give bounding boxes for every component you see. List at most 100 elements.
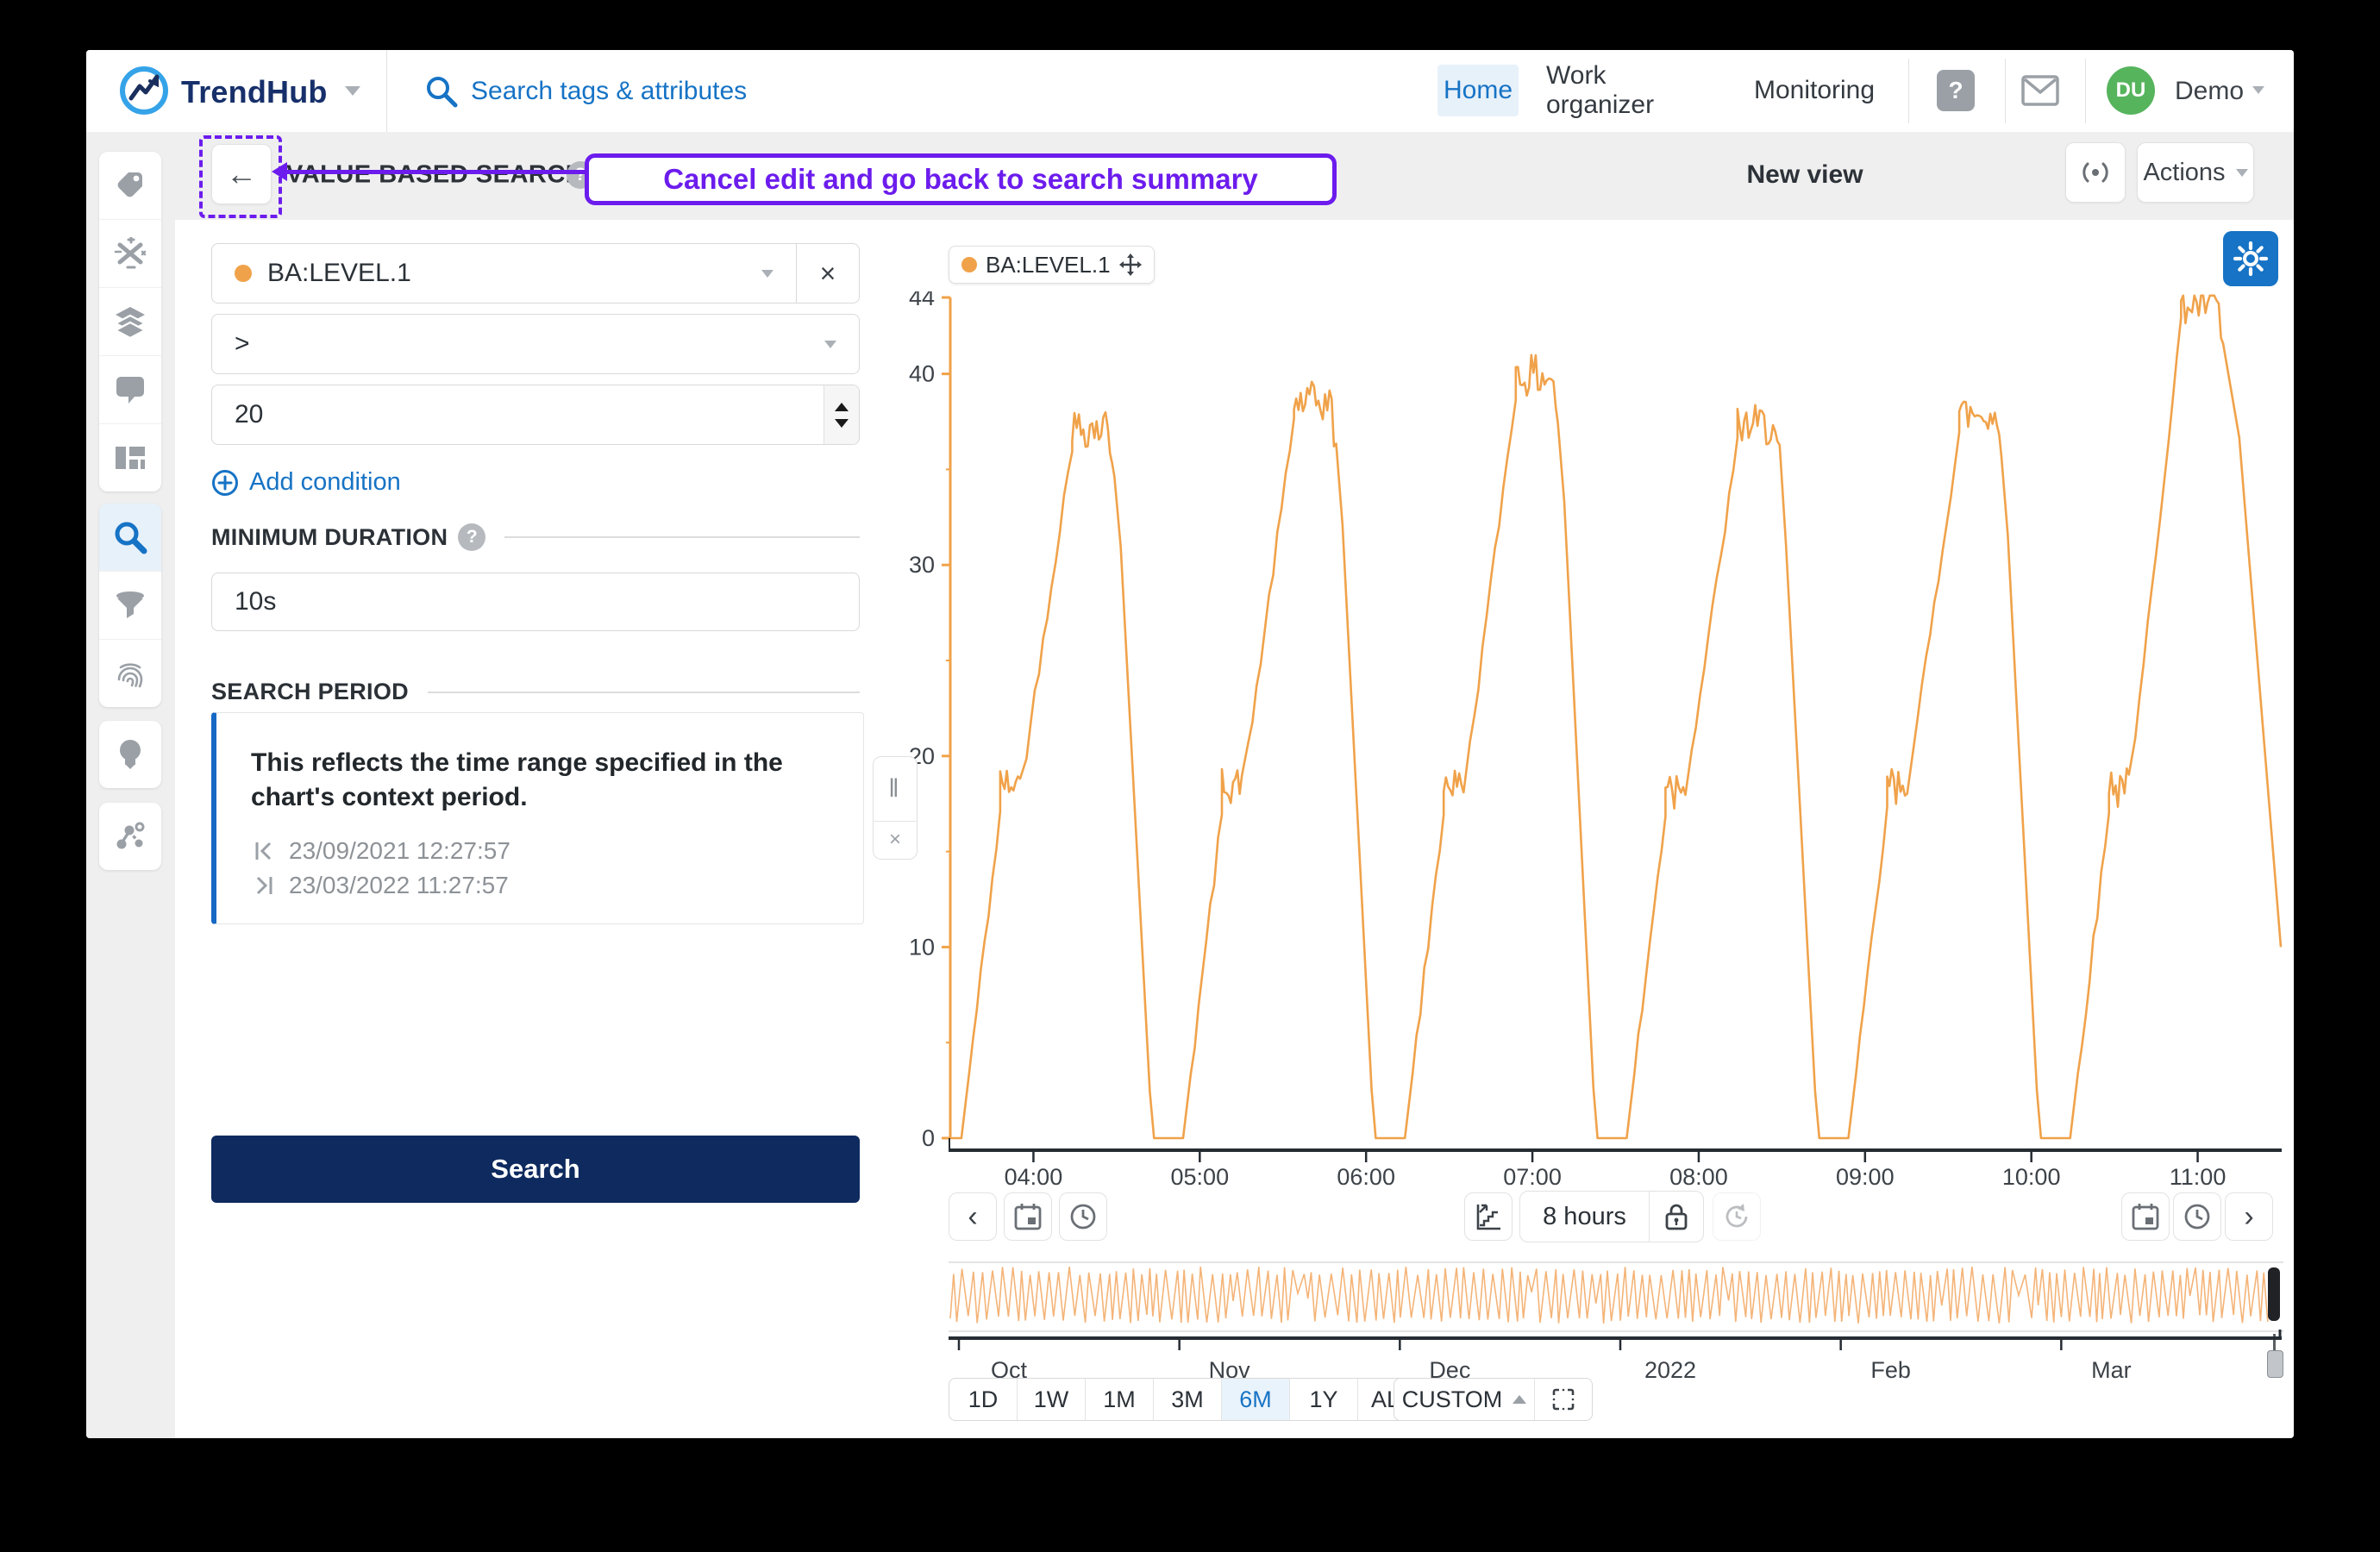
sidebar-item-comments[interactable] xyxy=(99,356,161,424)
preset-1d-button[interactable]: 1D xyxy=(949,1379,1018,1420)
operator-select[interactable]: > xyxy=(211,314,860,374)
sidebar-item-filter[interactable] xyxy=(99,572,161,640)
trendhub-logo-icon xyxy=(117,64,171,117)
move-icon[interactable] xyxy=(1119,253,1142,276)
set-start-time-button[interactable] xyxy=(1059,1192,1107,1241)
clock-icon xyxy=(2183,1202,2212,1231)
remove-tag-button[interactable]: × xyxy=(797,244,859,303)
panel-splitter[interactable]: ‖ × xyxy=(873,756,918,860)
duration-control: 8 hours xyxy=(1519,1191,1704,1242)
sidebar-item-search[interactable] xyxy=(99,504,161,572)
jump-to-end-icon xyxy=(253,874,275,897)
divider xyxy=(2085,59,2086,123)
svg-text:40: 40 xyxy=(909,361,935,387)
tag-select[interactable]: BA:LEVEL.1 × xyxy=(211,243,860,304)
plus-circle-icon xyxy=(211,469,239,497)
number-spinner[interactable] xyxy=(824,385,859,444)
pan-right-button[interactable]: › xyxy=(2225,1192,2273,1241)
sidebar-item-insights[interactable] xyxy=(99,721,161,788)
svg-text:2022: 2022 xyxy=(1644,1357,1696,1383)
add-condition-button[interactable]: Add condition xyxy=(211,468,401,497)
actions-button[interactable]: Actions xyxy=(2137,142,2254,203)
layers-icon xyxy=(114,305,147,338)
left-icon-rail xyxy=(86,132,175,1438)
period-end-row: 23/03/2022 11:27:57 xyxy=(216,865,863,899)
spinner-down-icon[interactable] xyxy=(835,419,849,428)
collapse-panel-button[interactable]: × xyxy=(874,822,917,858)
preset-6m-button[interactable]: 6M xyxy=(1222,1379,1290,1420)
set-end-date-button[interactable] xyxy=(2121,1192,2170,1241)
expand-icon xyxy=(1552,1388,1575,1411)
user-menu-label[interactable]: Demo xyxy=(2175,77,2244,106)
nav-tab-monitoring[interactable]: Monitoring xyxy=(1751,65,1877,116)
nav-tab-work-organizer[interactable]: Work organizer xyxy=(1546,65,1719,116)
period-start-value: 23/09/2021 12:27:57 xyxy=(289,837,510,865)
brand-name: TrendHub xyxy=(181,74,328,110)
jump-to-start-icon xyxy=(253,840,275,862)
splitter-drag-handle[interactable]: ‖ xyxy=(874,757,917,822)
help-icon[interactable]: ? xyxy=(458,523,485,551)
minimum-duration-header: MINIMUM DURATION ? xyxy=(211,523,860,551)
chevron-down-icon xyxy=(761,270,774,278)
fit-to-window-button[interactable] xyxy=(1535,1379,1592,1420)
custom-range-button[interactable]: CUSTOM xyxy=(1394,1379,1535,1420)
minimum-duration-input[interactable]: 10s xyxy=(211,573,860,631)
preset-1w-button[interactable]: 1W xyxy=(1018,1379,1086,1420)
chart-settings-button[interactable] xyxy=(2223,231,2278,286)
history-undo-button[interactable] xyxy=(1713,1192,1761,1241)
scatter-nodes-icon xyxy=(114,821,147,852)
help-button[interactable]: ? xyxy=(1937,70,1975,111)
search-icon xyxy=(113,520,147,554)
live-mode-button[interactable] xyxy=(2065,142,2126,203)
sidebar-item-dashboard[interactable] xyxy=(99,424,161,491)
set-start-date-button[interactable] xyxy=(1004,1192,1052,1241)
threshold-value: 20 xyxy=(235,400,263,429)
svg-text:05:00: 05:00 xyxy=(1171,1164,1230,1188)
tag-icon xyxy=(115,170,146,201)
preset-1m-button[interactable]: 1M xyxy=(1086,1379,1154,1420)
clock-icon xyxy=(1068,1202,1098,1231)
series-chip-label: BA:LEVEL.1 xyxy=(986,252,1111,278)
nav-tab-home[interactable]: Home xyxy=(1437,65,1519,116)
search-period-note: This reflects the time range specified i… xyxy=(216,713,829,815)
sidebar-item-layers[interactable] xyxy=(99,288,161,356)
sidebar-item-context-items[interactable] xyxy=(99,803,161,870)
series-chip[interactable]: BA:LEVEL.1 xyxy=(949,246,1155,284)
user-menu-chevron-down-icon[interactable] xyxy=(2252,86,2264,94)
calculation-icon xyxy=(114,237,147,270)
preset-1y-button[interactable]: 1Y xyxy=(1290,1379,1358,1420)
threshold-input[interactable]: 20 xyxy=(211,385,860,445)
compress-time-button[interactable] xyxy=(1464,1192,1513,1241)
context-selection-handle[interactable] xyxy=(2268,1267,2280,1321)
preset-3m-button[interactable]: 3M xyxy=(1154,1379,1222,1420)
brand-label: TrendHub xyxy=(181,74,328,110)
sidebar-item-fingerprint[interactable] xyxy=(99,640,161,707)
annotation-highlight-rect xyxy=(199,135,282,218)
divider xyxy=(386,50,387,132)
duration-value-button[interactable]: 8 hours xyxy=(1520,1192,1649,1242)
rail-group-data xyxy=(99,152,161,491)
sidebar-item-formulas[interactable] xyxy=(99,220,161,288)
mail-icon[interactable] xyxy=(2021,75,2059,106)
series-color-dot xyxy=(235,265,252,282)
section-rule xyxy=(504,536,860,538)
calendar-icon xyxy=(1013,1202,1043,1231)
lock-icon xyxy=(1663,1202,1689,1231)
set-end-time-button[interactable] xyxy=(2173,1192,2221,1241)
lock-duration-button[interactable] xyxy=(1650,1192,1703,1242)
brand-chevron-down-icon[interactable] xyxy=(345,86,360,96)
actions-chevron-down-icon xyxy=(2236,169,2248,177)
sidebar-item-tags[interactable] xyxy=(99,152,161,220)
svg-text:04:00: 04:00 xyxy=(1005,1164,1063,1188)
grip-icon: ‖ xyxy=(888,774,901,804)
section-rule xyxy=(428,692,860,693)
trend-chart[interactable]: 0102030404404:0005:0006:0007:0008:0009:0… xyxy=(862,291,2294,1188)
context-overview-strip[interactable] xyxy=(949,1261,2283,1332)
overview-waveform xyxy=(949,1263,2283,1327)
search-button[interactable]: Search xyxy=(211,1136,860,1203)
global-search-input[interactable]: Search tags & attributes xyxy=(471,77,747,106)
avatar[interactable]: DU xyxy=(2107,66,2155,115)
spinner-up-icon[interactable] xyxy=(835,403,849,411)
divider xyxy=(1908,59,1909,123)
pan-left-button[interactable]: ‹ xyxy=(949,1192,997,1241)
